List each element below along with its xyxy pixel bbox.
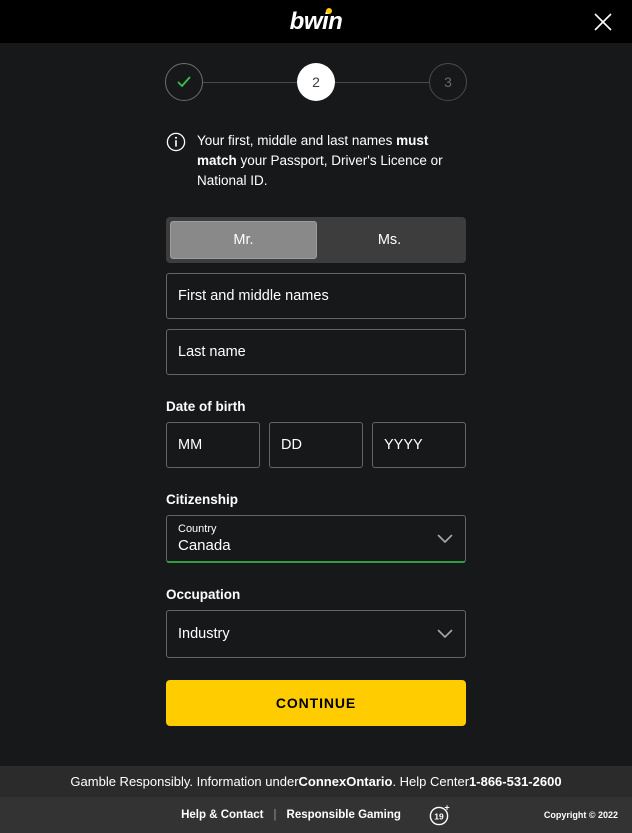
responsible-gaming-link[interactable]: Responsible Gaming (287, 809, 401, 821)
step-2-current[interactable]: 2 (297, 63, 335, 101)
help-and-contact-link[interactable]: Help & Contact (181, 809, 263, 821)
step-3-upcoming[interactable]: 3 (429, 63, 467, 101)
title-option-mr[interactable]: Mr. (170, 221, 317, 259)
last-name-field[interactable]: Last name (166, 329, 466, 375)
svg-text:+: + (444, 804, 449, 813)
continue-button[interactable]: CONTINUE (166, 680, 466, 726)
responsible-text-part1: Gamble Responsibly. Information under (70, 774, 299, 789)
country-select[interactable]: Country Canada (166, 515, 466, 563)
first-name-placeholder: First and middle names (178, 288, 329, 304)
checkmark-icon (177, 76, 191, 87)
bwin-logo-dot-icon (326, 7, 333, 14)
date-of-birth-label: Date of birth (166, 399, 246, 414)
country-select-label: Country (178, 522, 217, 535)
occupation-label: Occupation (166, 587, 241, 602)
age-restriction-badge: 19 + (429, 803, 451, 826)
progress-stepper: 2 3 (0, 43, 632, 101)
step-connector-1 (203, 81, 297, 83)
citizenship-label: Citizenship (166, 492, 239, 507)
bwin-logo: bwin (289, 7, 343, 35)
occupation-select-value: Industry (178, 626, 230, 642)
dob-year-placeholder: YYYY (384, 437, 423, 453)
title-segmented-control: Mr. Ms. (166, 217, 466, 263)
bottom-footer: Help & Contact | Responsible Gaming 19 +… (0, 797, 632, 833)
copyright-text: Copyright © 2022 (543, 810, 618, 820)
dob-year-field[interactable]: YYYY (372, 422, 466, 468)
date-of-birth-row: MM DD YYYY (166, 422, 466, 468)
country-select-value: Canada (178, 536, 231, 554)
main-content: 2 3 Your first, middle and last names mu… (0, 43, 632, 766)
dob-month-placeholder: MM (178, 437, 203, 453)
title-option-ms[interactable]: Ms. (317, 221, 462, 259)
first-name-field[interactable]: First and middle names (166, 273, 466, 319)
notice-text: Your first, middle and last names must m… (197, 131, 466, 191)
step-1-completed[interactable] (165, 63, 203, 101)
step-connector-2 (335, 81, 429, 83)
svg-text:19: 19 (434, 811, 444, 821)
close-button[interactable] (586, 5, 620, 39)
last-name-placeholder: Last name (178, 344, 246, 360)
registration-form: Mr. Ms. First and middle names Last name… (166, 191, 466, 726)
footer-separator: | (273, 809, 277, 821)
bwin-logo-text: bwin (289, 7, 343, 35)
occupation-select[interactable]: Industry (166, 610, 466, 658)
info-icon (166, 132, 186, 152)
notice-text-part1: Your first, middle and last names (197, 133, 397, 148)
connexontario-link[interactable]: ConnexOntario (299, 774, 393, 789)
nineteen-plus-icon: 19 + (429, 803, 450, 826)
app-header: bwin (0, 0, 632, 43)
dob-day-field[interactable]: DD (269, 422, 363, 468)
responsible-text-part2: . Help Center (392, 774, 470, 789)
dob-month-field[interactable]: MM (166, 422, 260, 468)
name-match-notice: Your first, middle and last names must m… (166, 131, 466, 191)
registration-page: bwin 2 3 Your first, middle and last nam… (0, 0, 632, 833)
dob-day-placeholder: DD (281, 437, 302, 453)
close-icon (594, 12, 612, 31)
responsible-gambling-bar: Gamble Responsibly. Information under Co… (0, 766, 632, 797)
help-center-phone[interactable]: 1-866-531-2600 (469, 774, 562, 789)
